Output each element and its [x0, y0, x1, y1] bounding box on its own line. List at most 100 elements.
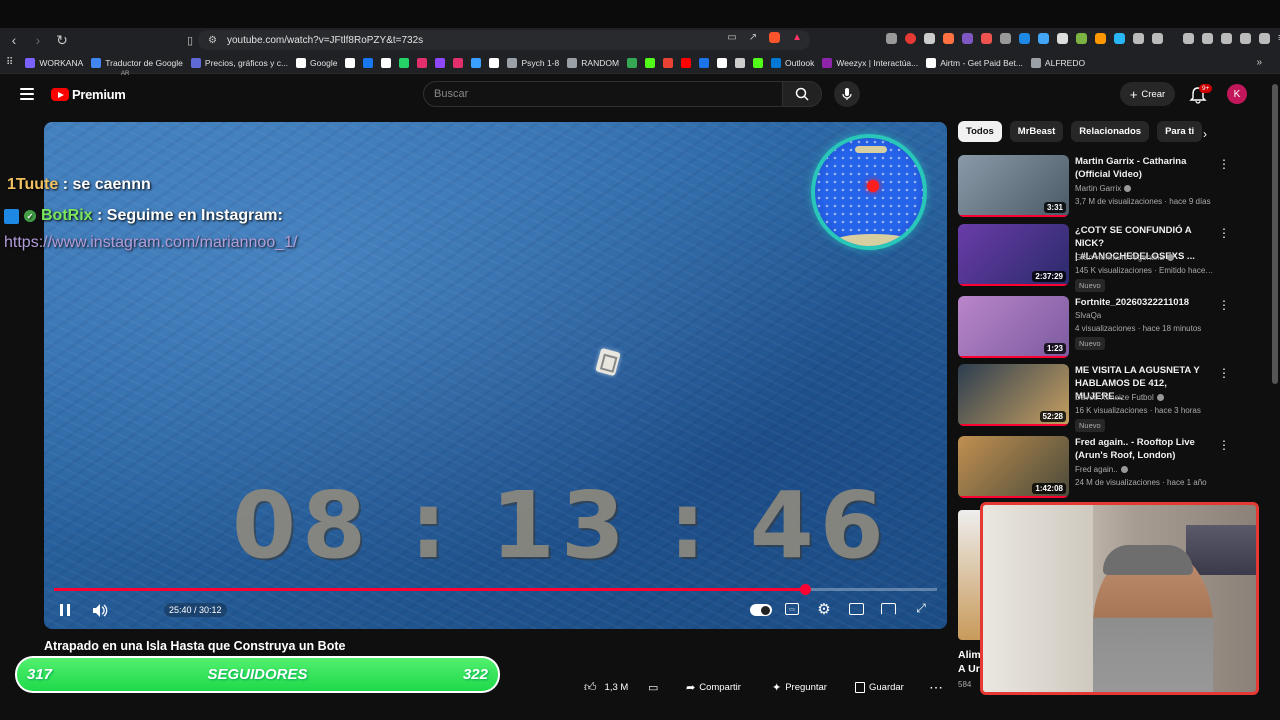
back-icon[interactable]: ‹: [4, 30, 24, 50]
bookmark-item[interactable]: [753, 57, 764, 68]
extension-icon[interactable]: [1057, 32, 1068, 44]
fullscreen-icon[interactable]: ⤢: [914, 601, 928, 615]
recommendation-card[interactable]: 52:28 ME VISITA LA AGUSNETA Y HABLAMOS DE …: [958, 364, 1258, 432]
chip-2[interactable]: Relacionados: [1071, 121, 1150, 142]
bookmark-item[interactable]: WORKANA: [25, 57, 83, 68]
wallet-icon[interactable]: [1221, 32, 1232, 44]
scrollbar-thumb[interactable]: [1272, 84, 1278, 384]
bookmark-item[interactable]: [735, 57, 746, 68]
more-options-icon[interactable]: ⋮: [1218, 226, 1230, 240]
extension-icon[interactable]: [1114, 32, 1125, 44]
more-options-icon[interactable]: ⋮: [1218, 157, 1230, 171]
extension-icon[interactable]: [1076, 32, 1087, 44]
pause-button[interactable]: [58, 603, 72, 617]
address-bar[interactable]: ⚙ youtube.com/watch?v=JFtlf8RoPZY&t=732s…: [198, 30, 810, 50]
bookmark-item[interactable]: Outlook: [771, 57, 814, 68]
extension-icon[interactable]: [943, 32, 954, 44]
bookmark-item[interactable]: RANDOM: [567, 57, 619, 68]
share-icon[interactable]: ↗: [749, 32, 757, 43]
settings-gear-icon[interactable]: ⚙: [816, 600, 832, 618]
more-options-icon[interactable]: ⋮: [1218, 366, 1230, 380]
bookmark-item[interactable]: [717, 57, 728, 68]
extension-icon[interactable]: [1133, 32, 1144, 44]
share-button[interactable]: ➦ Compartir: [686, 677, 741, 697]
leo-ai-icon[interactable]: [1240, 32, 1251, 44]
reload-icon[interactable]: ↻: [52, 30, 72, 50]
extension-icon[interactable]: [1095, 32, 1106, 44]
extension-icon[interactable]: [981, 32, 992, 44]
progress-bar[interactable]: [54, 584, 937, 595]
extension-icon[interactable]: [924, 32, 935, 44]
bookmark-item[interactable]: [681, 57, 692, 68]
extension-icon[interactable]: [962, 32, 973, 44]
recommendation-card[interactable]: 1:23 Fortnite_20260322211018 SlvaQa 4 visua…: [958, 296, 1258, 360]
puzzle-icon[interactable]: [1152, 32, 1163, 44]
extension-icon[interactable]: [1000, 32, 1011, 44]
more-actions-button[interactable]: ⋯: [929, 677, 943, 697]
chip-3[interactable]: Para ti: [1157, 121, 1203, 142]
bookmark-item[interactable]: [453, 57, 464, 68]
bookmark-item[interactable]: [363, 57, 374, 68]
recommendation-thumbnail[interactable]: 1:23: [958, 296, 1069, 358]
recommendation-thumbnail[interactable]: 3:31: [958, 155, 1069, 217]
bookmark-item[interactable]: Google: [296, 57, 337, 68]
channel-name[interactable]: Fred again..: [1075, 465, 1128, 474]
channel-name[interactable]: Gran Hermano Argentina: [1075, 253, 1174, 262]
search-input[interactable]: Buscar: [423, 81, 783, 107]
recommendation-title[interactable]: Fred again.. - Rooftop Live (Arun's Roof,…: [1075, 436, 1215, 462]
more-options-icon[interactable]: ⋮: [1218, 438, 1230, 452]
more-bookmarks-icon[interactable]: »: [1256, 57, 1262, 68]
save-button[interactable]: Guardar: [855, 677, 904, 697]
chip-0[interactable]: Todos: [958, 121, 1002, 142]
extension-icon[interactable]: [1019, 32, 1030, 44]
youtube-logo[interactable]: Premium: [51, 87, 126, 102]
forward-icon[interactable]: ›: [28, 30, 48, 50]
bookmark-item[interactable]: [435, 57, 446, 68]
bookmark-item[interactable]: [699, 57, 710, 68]
search-button[interactable]: [782, 81, 822, 107]
bookmark-item[interactable]: Precios, gráficos y c...: [190, 57, 288, 68]
bookmark-item[interactable]: Weezyx | Interactúa...: [822, 57, 918, 68]
brave-rewards-icon[interactable]: ▲: [792, 32, 802, 43]
autoplay-toggle[interactable]: [750, 604, 772, 616]
account-avatar[interactable]: K: [1227, 84, 1247, 104]
brave-shield-icon[interactable]: [769, 32, 781, 43]
subtitles-button[interactable]: ▭: [785, 603, 799, 615]
bookmark-item[interactable]: Airtm - Get Paid Bet...: [926, 57, 1023, 68]
bookmark-item[interactable]: ALFREDO: [1030, 57, 1085, 68]
create-button[interactable]: + Crear: [1120, 82, 1175, 106]
extension-icon[interactable]: [1038, 32, 1049, 44]
recommendation-thumbnail[interactable]: 2:37:29: [958, 224, 1069, 286]
bookmark-item[interactable]: [399, 57, 410, 68]
channel-name[interactable]: SlvaQa: [1075, 311, 1101, 320]
like-button[interactable]: 👍︎ 1,3 M: [584, 677, 628, 697]
recommendation-title[interactable]: Fortnite_20260322211018: [1075, 296, 1215, 309]
bookmark-page-icon[interactable]: ▯: [180, 30, 200, 50]
extension-icon[interactable]: [905, 32, 916, 44]
ask-button[interactable]: ✦ Preguntar: [772, 677, 827, 697]
recommendation-thumbnail[interactable]: 1:42:08: [958, 436, 1069, 498]
more-options-icon[interactable]: ⋮: [1218, 298, 1230, 312]
bookmark-item[interactable]: [345, 57, 356, 68]
bookmark-item[interactable]: Traductor de Google: [91, 57, 183, 68]
bookmark-item[interactable]: [381, 57, 392, 68]
miniplayer-icon[interactable]: [849, 603, 864, 615]
bookmark-item[interactable]: [645, 57, 656, 68]
recommendation-card[interactable]: 2:37:29 ¿COTY SE CONFUNDIÓ A NICK? | #LANO…: [958, 224, 1258, 292]
bookmark-item[interactable]: [471, 57, 482, 68]
hamburger-menu-icon[interactable]: [20, 88, 34, 100]
chevron-right-icon[interactable]: ›: [1203, 127, 1207, 141]
sidebar-icon[interactable]: [1202, 32, 1213, 44]
install-app-icon[interactable]: ▭: [727, 32, 736, 43]
extension-icon[interactable]: [886, 32, 897, 44]
bookmark-item[interactable]: Psych 1-8: [507, 57, 559, 68]
bookmark-item[interactable]: [627, 57, 638, 68]
voice-search-button[interactable]: [834, 81, 860, 107]
recommendation-thumbnail[interactable]: 52:28: [958, 364, 1069, 426]
bookmark-item[interactable]: [663, 57, 674, 68]
media-icon[interactable]: [1183, 32, 1194, 44]
cast-icon[interactable]: [881, 603, 896, 615]
progress-scrubber[interactable]: [799, 584, 811, 595]
recommendation-title[interactable]: Martin Garrix - Catharina (Official Video…: [1075, 155, 1215, 181]
bookmark-item[interactable]: [489, 57, 500, 68]
